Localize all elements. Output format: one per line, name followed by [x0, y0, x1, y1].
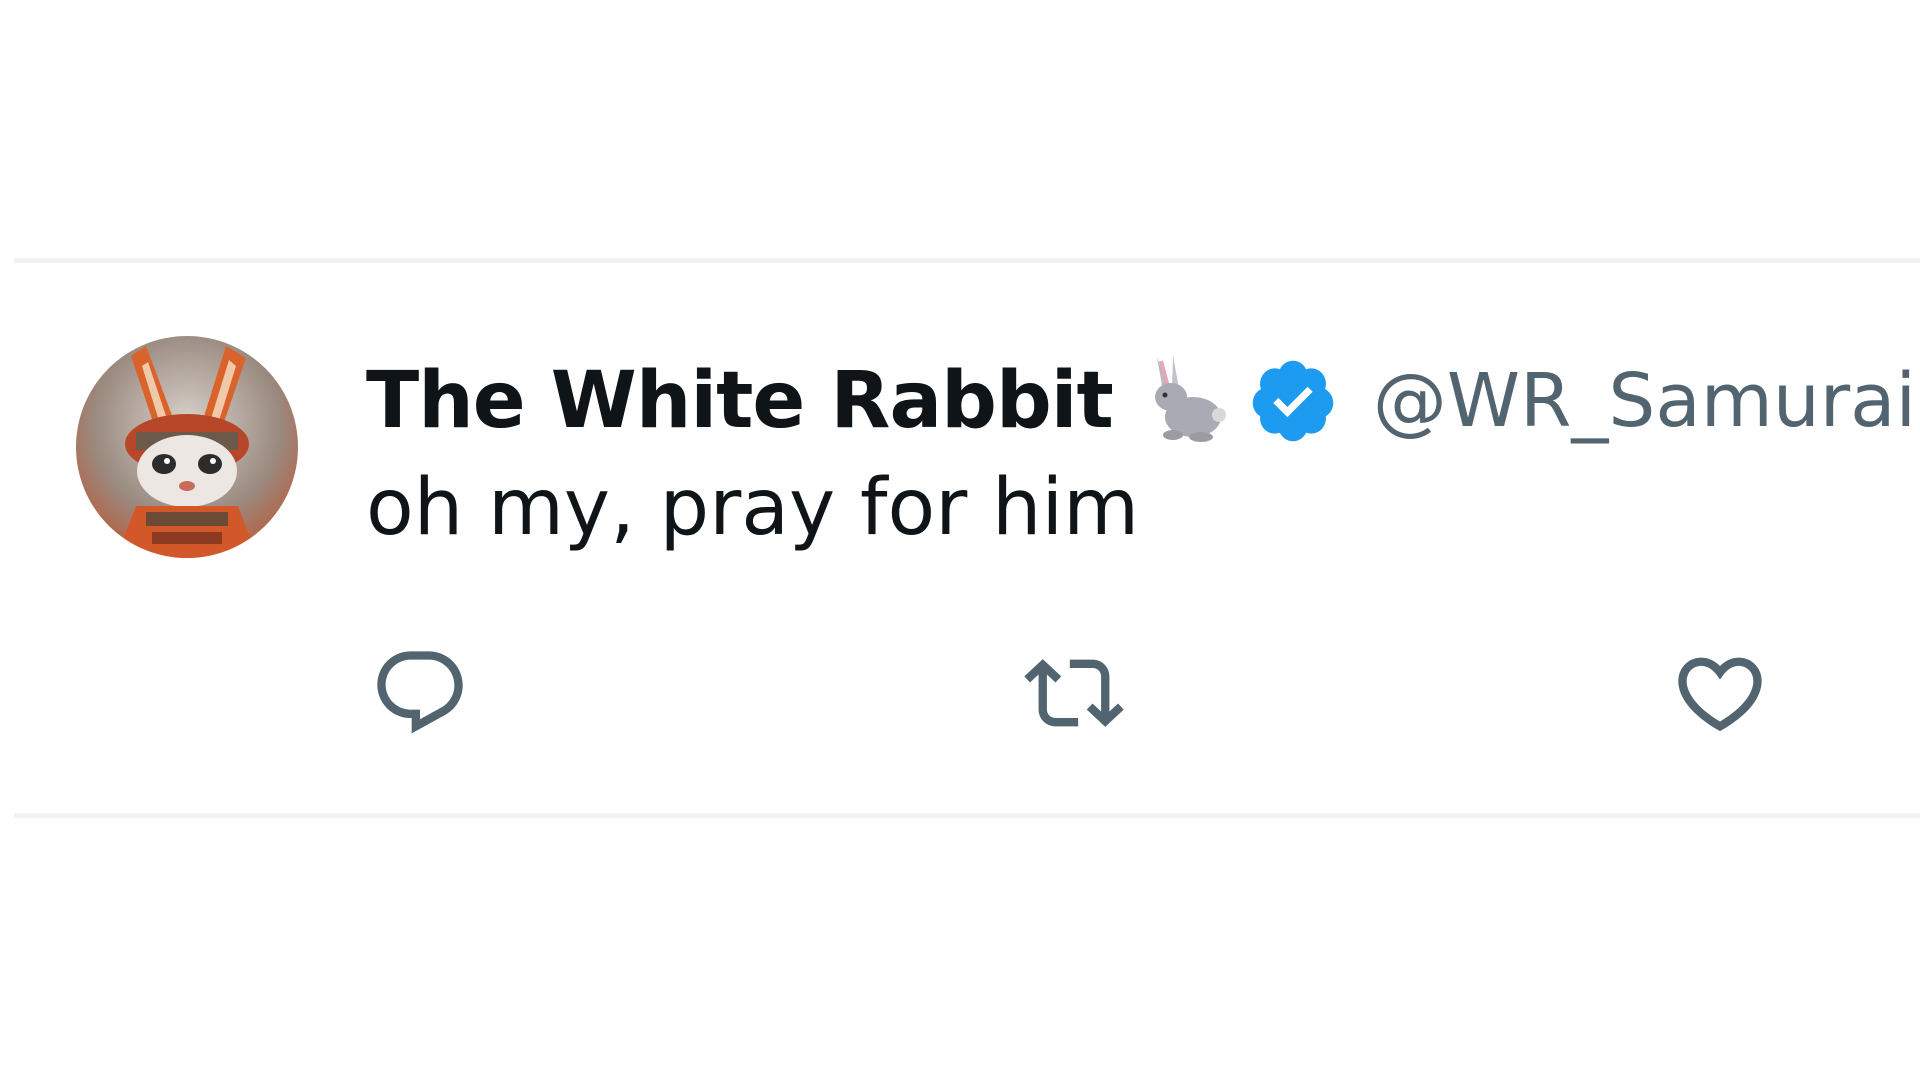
user-handle[interactable]: @WR_Samurai	[1373, 358, 1916, 444]
tweet-header: The White Rabbit @WR_Samurai ·	[366, 346, 1920, 456]
tweet-text: oh my, pray for him	[366, 463, 1140, 553]
avatar[interactable]	[76, 336, 298, 558]
reply-button[interactable]	[370, 643, 470, 743]
display-name[interactable]: The White Rabbit	[366, 356, 1114, 446]
retweet-button[interactable]	[1024, 643, 1124, 743]
reply-icon	[377, 651, 463, 734]
tweet-card[interactable]: The White Rabbit @WR_Samurai · oh my, p	[14, 258, 1920, 818]
verified-badge-icon[interactable]	[1247, 355, 1339, 447]
samurai-rabbit-avatar-image	[76, 336, 298, 558]
rabbit-emoji-icon	[1127, 349, 1231, 453]
like-button[interactable]	[1670, 643, 1770, 743]
retweet-icon	[1024, 659, 1124, 727]
heart-icon	[1678, 657, 1762, 732]
